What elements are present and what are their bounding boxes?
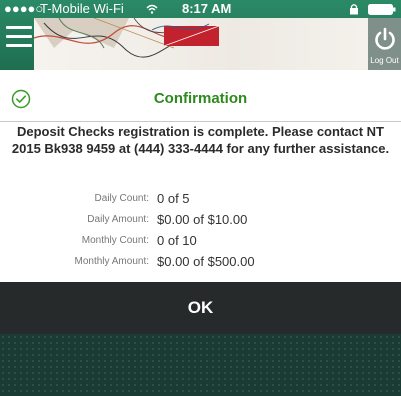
stat-value: $0.00 of $500.00 <box>157 254 255 269</box>
limits-summary: Daily Count: 0 of 5 Daily Amount: $0.00 … <box>0 190 401 274</box>
stat-row-daily-count: Daily Count: 0 of 5 <box>0 190 401 211</box>
stat-row-monthly-count: Monthly Count: 0 of 10 <box>0 232 401 253</box>
dialog-message: Deposit Checks registration is complete.… <box>11 124 390 156</box>
status-bar: ●●●●○ T-Mobile Wi-Fi 8:17 AM <box>0 0 401 18</box>
wifi-icon <box>146 4 158 14</box>
stat-value: $0.00 of $10.00 <box>157 212 248 227</box>
signal-strength: ●●●●○ <box>4 1 44 16</box>
ok-button[interactable]: OK <box>0 282 401 334</box>
stat-row-monthly-amount: Monthly Amount: $0.00 of $500.00 <box>0 253 401 274</box>
menu-icon[interactable] <box>6 26 32 48</box>
lock-icon <box>350 4 358 15</box>
power-icon <box>375 27 395 50</box>
dialog-header: Confirmation <box>0 70 401 122</box>
battery-icon <box>368 4 396 15</box>
stat-label: Monthly Count: <box>81 235 149 246</box>
logout-label: Log Out <box>370 56 399 65</box>
stat-value: 0 of 10 <box>157 233 197 248</box>
stat-label: Daily Count: <box>94 193 149 204</box>
stat-row-daily-amount: Daily Amount: $0.00 of $10.00 <box>0 211 401 232</box>
background-overlay <box>0 334 401 396</box>
logout-button[interactable]: Log Out <box>368 18 401 70</box>
app-header: ●●●●○ T-Mobile Wi-Fi 8:17 AM Log Out <box>0 0 401 70</box>
stat-label: Daily Amount: <box>87 214 149 225</box>
dialog-title: Confirmation <box>153 90 248 107</box>
confirmation-dialog: Confirmation Deposit Checks registration… <box>0 70 401 282</box>
stat-label: Monthly Amount: <box>74 256 149 267</box>
banner-image <box>34 18 368 70</box>
status-time: 8:17 AM <box>182 1 232 16</box>
carrier-name: T-Mobile Wi-Fi <box>40 1 124 16</box>
stat-value: 0 of 5 <box>157 191 190 206</box>
